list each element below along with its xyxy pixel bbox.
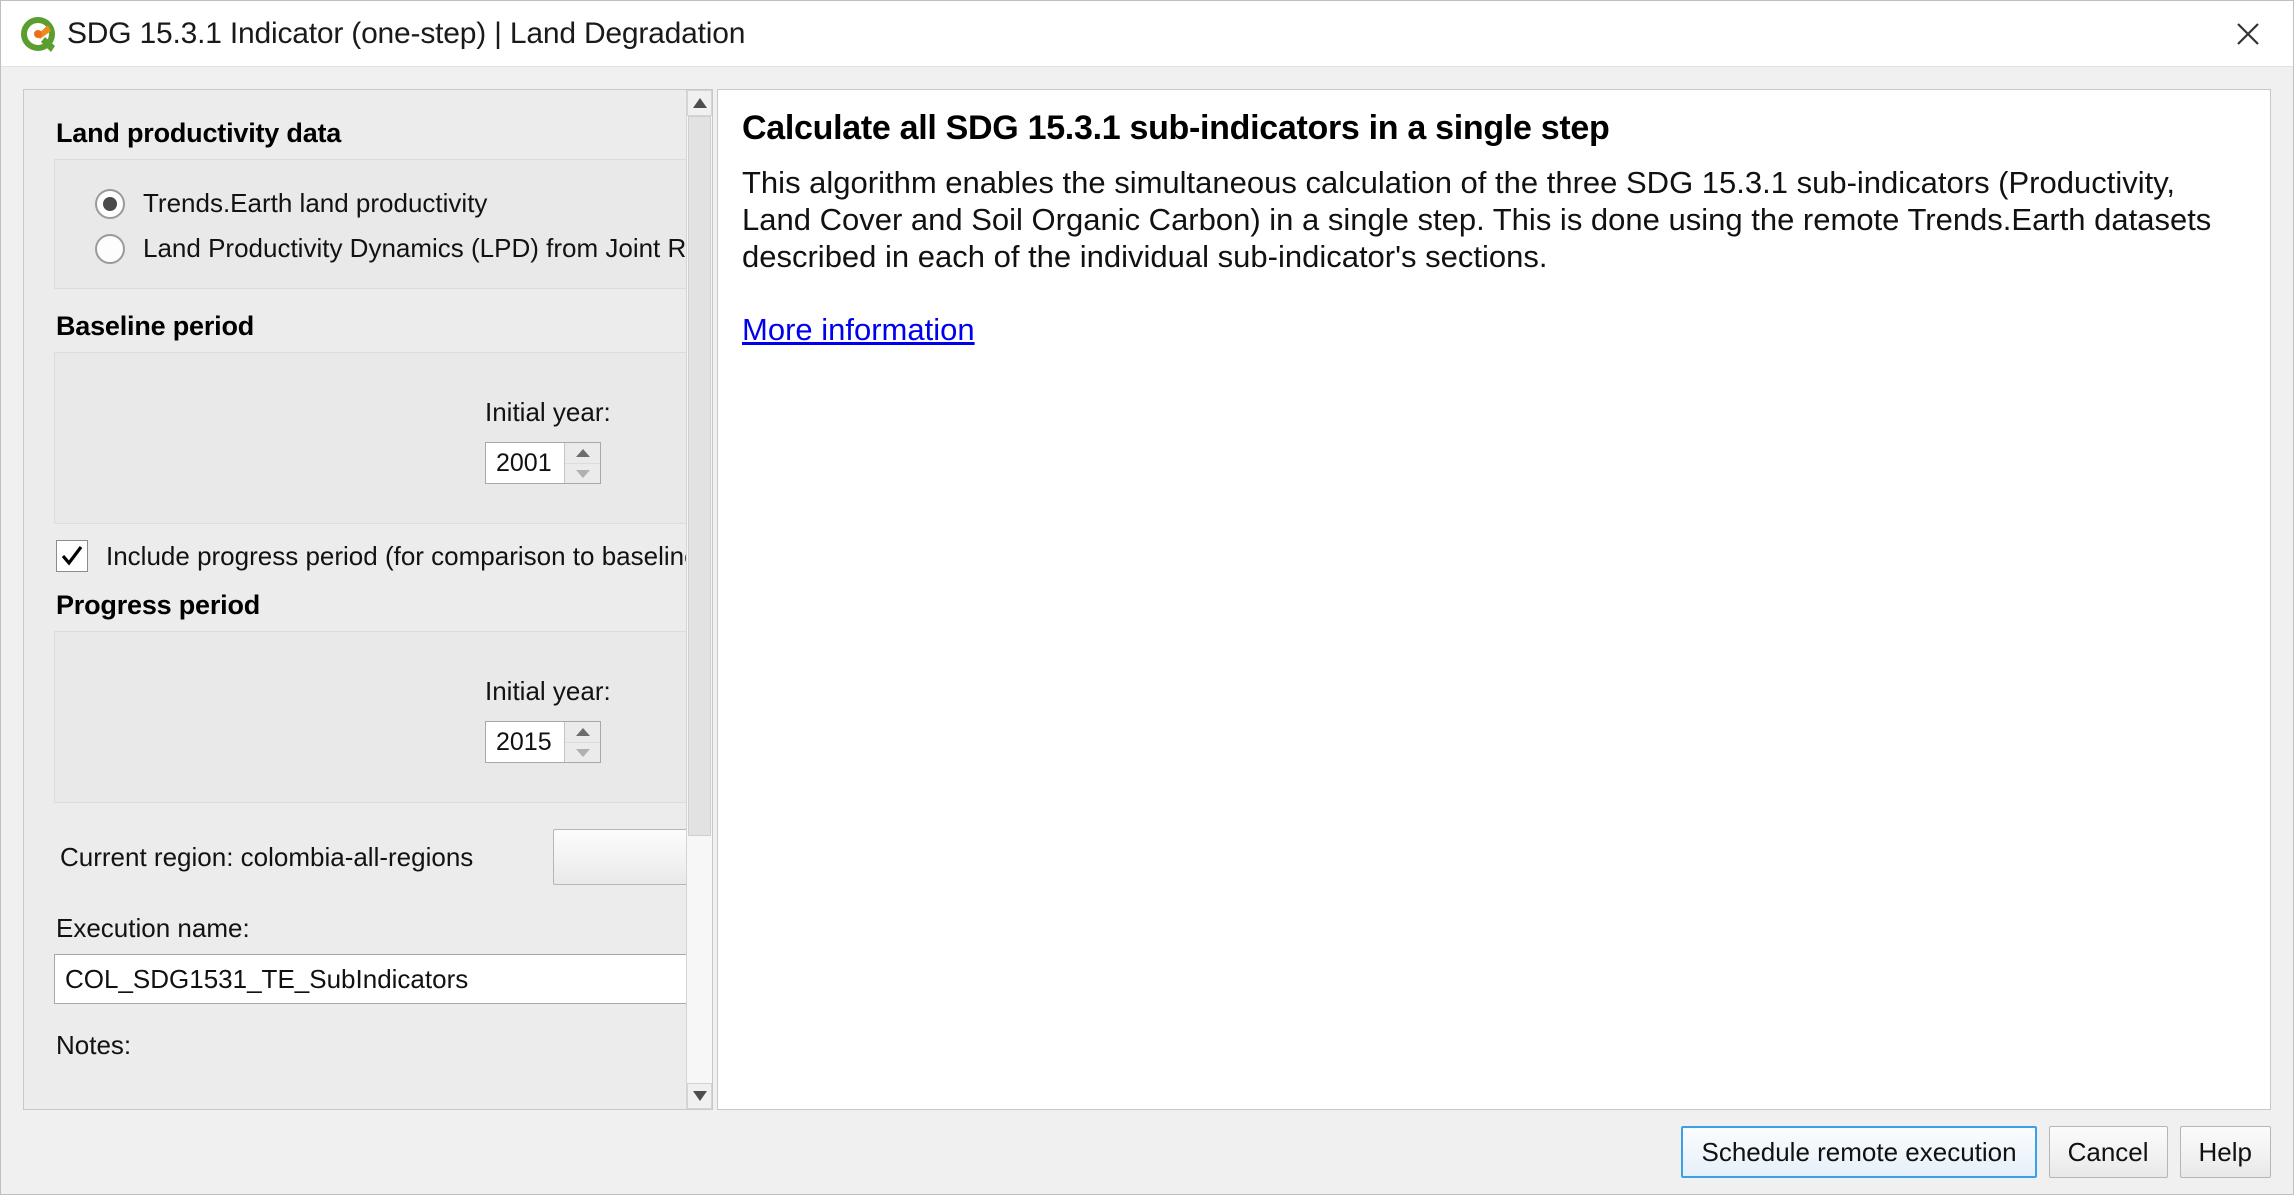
radio-lpd-jrc-label: Land Productivity Dynamics (LPD) from Jo… <box>143 233 713 264</box>
radio-lpd-jrc[interactable]: Land Productivity Dynamics (LPD) from Jo… <box>95 233 713 264</box>
baseline-initial-year-value[interactable]: 2001 <box>486 443 564 483</box>
check-icon <box>56 540 88 572</box>
progress-initial-year-label: Initial year: <box>485 676 611 707</box>
window-title: SDG 15.3.1 Indicator (one-step) | Land D… <box>67 17 745 51</box>
help-button[interactable]: Help <box>2180 1126 2271 1178</box>
baseline-initial-year-field: Initial year: 2001 <box>485 397 611 484</box>
spin-up-icon[interactable] <box>565 443 600 463</box>
baseline-initial-year-arrows <box>564 443 600 483</box>
baseline-initial-year-label: Initial year: <box>485 397 611 428</box>
scroll-down-button[interactable] <box>687 1083 712 1109</box>
progress-initial-year-spinbox[interactable]: 2015 <box>485 721 601 763</box>
radio-selected-icon <box>95 189 125 219</box>
execution-name-label: Execution name: <box>56 913 713 944</box>
spin-down-icon[interactable] <box>565 463 600 483</box>
baseline-period-group: Initial year: 2001 Final year: 2015 <box>54 352 713 524</box>
execution-name-input[interactable]: COL_SDG1531_TE_SubIndicators <box>54 954 713 1004</box>
help-body: This algorithm enables the simultaneous … <box>742 164 2246 276</box>
land-productivity-group: Trends.Earth land productivity Land Prod… <box>54 159 713 289</box>
form-pane: Land productivity data Trends.Earth land… <box>23 89 713 1110</box>
more-information-link[interactable]: More information <box>742 312 975 348</box>
close-icon[interactable] <box>2225 11 2271 57</box>
scrollbar-track[interactable] <box>687 116 712 1083</box>
progress-initial-year-arrows <box>564 722 600 762</box>
progress-initial-year-value[interactable]: 2015 <box>486 722 564 762</box>
radio-trends-earth-label: Trends.Earth land productivity <box>143 188 487 219</box>
progress-initial-year-field: Initial year: 2015 <box>485 676 611 763</box>
dialog-body: Land productivity data Trends.Earth land… <box>1 67 2293 1110</box>
radio-trends-earth[interactable]: Trends.Earth land productivity <box>95 188 713 219</box>
cancel-button[interactable]: Cancel <box>2049 1126 2168 1178</box>
form-content: Land productivity data Trends.Earth land… <box>24 90 713 1061</box>
notes-label: Notes: <box>56 1030 713 1061</box>
dialog-footer: Schedule remote execution Cancel Help <box>1 1110 2293 1194</box>
schedule-remote-execution-button[interactable]: Schedule remote execution <box>1681 1126 2036 1178</box>
baseline-period-title: Baseline period <box>56 311 713 342</box>
include-progress-checkbox[interactable]: Include progress period (for comparison … <box>56 540 713 572</box>
scrollbar-thumb[interactable] <box>688 116 711 836</box>
qgis-logo-icon <box>21 15 59 53</box>
title-bar: SDG 15.3.1 Indicator (one-step) | Land D… <box>1 1 2293 67</box>
progress-period-title: Progress period <box>56 590 713 621</box>
help-title: Calculate all SDG 15.3.1 sub-indicators … <box>742 108 2246 148</box>
current-region-label: Current region: colombia-all-regions <box>60 842 473 873</box>
help-pane: Calculate all SDG 15.3.1 sub-indicators … <box>717 89 2271 1110</box>
baseline-initial-year-spinbox[interactable]: 2001 <box>485 442 601 484</box>
spin-down-icon[interactable] <box>565 742 600 762</box>
radio-unselected-icon <box>95 234 125 264</box>
scroll-up-button[interactable] <box>687 90 712 116</box>
land-productivity-title: Land productivity data <box>56 118 713 149</box>
spin-up-icon[interactable] <box>565 722 600 742</box>
progress-period-group: Initial year: 2015 Final year: 2019 <box>54 631 713 803</box>
region-row: Current region: colombia-all-regions Cha… <box>60 829 713 885</box>
include-progress-label: Include progress period (for comparison … <box>106 541 707 572</box>
form-scrollbar[interactable] <box>686 90 712 1109</box>
sdg-indicator-dialog: SDG 15.3.1 Indicator (one-step) | Land D… <box>0 0 2294 1195</box>
